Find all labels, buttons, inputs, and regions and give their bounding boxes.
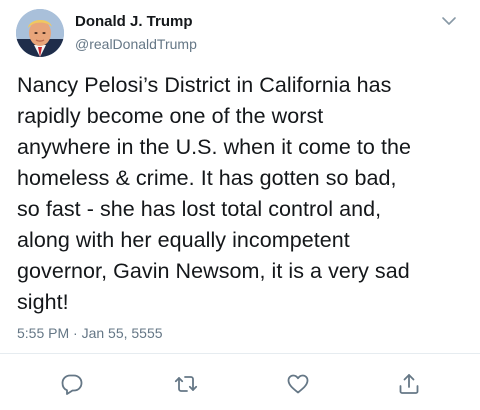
chevron-down-icon — [442, 17, 456, 25]
avatar[interactable] — [16, 9, 64, 57]
tweet-timestamp[interactable]: 5:55 PM · Jan 55, 5555 — [17, 325, 163, 341]
action-bar — [0, 372, 480, 398]
reply-icon — [61, 374, 83, 395]
share-icon — [399, 374, 419, 394]
author-display-name[interactable]: Donald J. Trump — [75, 13, 193, 30]
tweet-card: Donald J. Trump @realDonaldTrump Nancy P… — [0, 0, 480, 410]
retweet-icon — [174, 376, 198, 392]
like-button[interactable] — [286, 372, 310, 396]
reply-button[interactable] — [60, 372, 84, 396]
retweet-button[interactable] — [174, 372, 198, 396]
divider — [0, 353, 480, 354]
share-button[interactable] — [397, 372, 421, 396]
tweet-text: Nancy Pelosi’s District in California ha… — [17, 73, 411, 314]
profile-photo-icon — [16, 9, 64, 57]
tweet-menu-button[interactable] — [440, 14, 458, 28]
heart-icon — [287, 374, 309, 394]
author-handle[interactable]: @realDonaldTrump — [75, 36, 197, 52]
